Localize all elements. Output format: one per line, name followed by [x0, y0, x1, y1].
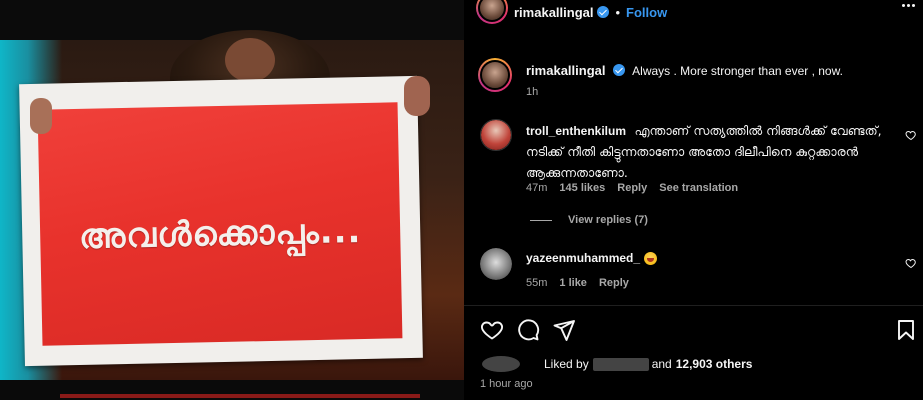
comment-meta: 55m 1 like Reply	[526, 277, 629, 289]
save-bookmark-icon[interactable]	[894, 318, 920, 344]
avatar-image	[480, 60, 510, 90]
header-avatar[interactable]	[476, 0, 508, 24]
post-image[interactable]: അവൾക്കൊപ്പം...	[0, 0, 464, 400]
like-comment-heart-icon[interactable]	[905, 129, 917, 141]
replies-line	[530, 219, 552, 221]
protest-sign-red-panel: അവൾക്കൊപ്പം...	[37, 102, 403, 346]
liked-by-and: and	[651, 357, 672, 371]
comment-item: troll_enthenkilum എന്താണ് സത്യത്തിൽ നിങ്…	[526, 120, 886, 183]
caption-username[interactable]: rimakallingal	[526, 63, 605, 78]
post-header: rimakallingal • Follow	[514, 4, 667, 20]
avatar-image	[480, 248, 512, 280]
reply-button[interactable]: Reply	[617, 182, 647, 194]
view-replies-button[interactable]: View replies (7)	[530, 214, 648, 226]
view-replies-label: View replies (7)	[568, 214, 648, 226]
like-comment-heart-icon[interactable]	[905, 257, 917, 269]
comments-panel: rimakallingal • Follow rimakallingal Alw…	[464, 0, 923, 400]
caption: rimakallingal Always . More stronger tha…	[526, 63, 843, 79]
header-username[interactable]: rimakallingal	[514, 5, 593, 20]
likes-count-link[interactable]: 12,903 others	[676, 357, 753, 371]
caption-avatar[interactable]	[478, 58, 512, 92]
liked-by-prefix: Liked by	[544, 357, 589, 371]
avatar-image	[481, 120, 511, 150]
comment-username[interactable]: yazeenmuhammed_	[526, 251, 640, 265]
post-timestamp[interactable]: 1 hour ago	[480, 378, 533, 390]
person-left-hand	[30, 98, 52, 134]
follow-button[interactable]: Follow	[626, 5, 667, 20]
comment-avatar[interactable]	[480, 248, 512, 280]
reply-button[interactable]: Reply	[599, 277, 629, 289]
header-separator: •	[615, 4, 621, 20]
comment-meta: 47m 145 likes Reply See translation	[526, 182, 738, 194]
more-options-icon[interactable]	[902, 4, 916, 14]
liked-by-username-redacted	[592, 357, 649, 371]
laughing-emoji-icon	[644, 251, 658, 265]
action-bar	[480, 318, 920, 344]
see-translation-button[interactable]: See translation	[659, 182, 738, 194]
comment-likes[interactable]: 145 likes	[559, 182, 605, 194]
liked-by-avatars-redacted	[482, 356, 520, 372]
comment-likes[interactable]: 1 like	[559, 277, 587, 289]
caption-text: Always . More stronger than ever , now.	[632, 64, 843, 78]
share-send-icon[interactable]	[552, 318, 578, 344]
protest-sign-text: അവൾക്കൊപ്പം...	[78, 211, 362, 257]
avatar-image	[478, 0, 506, 22]
like-heart-icon[interactable]	[480, 318, 506, 344]
person-face	[225, 38, 275, 82]
comment-timestamp[interactable]: 47m	[526, 182, 547, 194]
image-bottom-stripe	[60, 394, 420, 398]
caption-timestamp[interactable]: 1h	[526, 86, 538, 98]
actions-divider	[464, 305, 923, 306]
verified-badge-icon	[597, 6, 610, 18]
comment-username[interactable]: troll_enthenkilum	[526, 124, 626, 138]
comment-avatar[interactable]	[480, 119, 512, 151]
verified-badge-icon	[612, 64, 625, 76]
comment-item: yazeenmuhammed_	[526, 251, 658, 265]
liked-by-row: Liked by and 12,903 others	[482, 356, 752, 372]
comment-bubble-icon[interactable]	[516, 318, 542, 344]
comment-timestamp[interactable]: 55m	[526, 277, 547, 289]
person-right-hand	[404, 76, 430, 116]
